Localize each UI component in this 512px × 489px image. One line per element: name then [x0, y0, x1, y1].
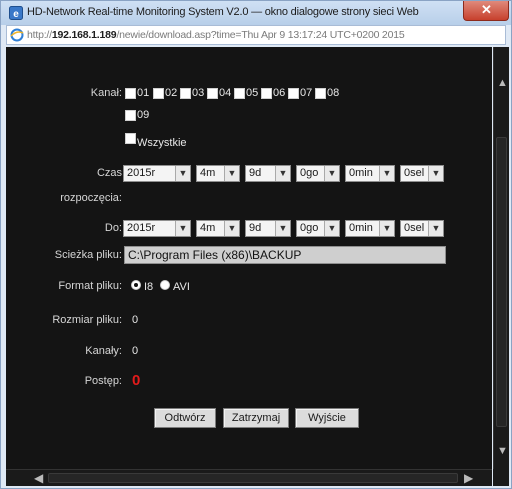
channel-checkbox-01[interactable]	[125, 88, 136, 99]
horizontal-scrollbar[interactable]: ◀ ▶	[6, 469, 492, 486]
chevron-down-icon: ▼	[275, 166, 290, 181]
end-year-value: 2015r	[127, 222, 156, 234]
file-path-label: Scieżka pliku:	[54, 249, 122, 261]
play-button[interactable]: Odtwórz	[154, 408, 216, 428]
end-year-select[interactable]: 2015r ▼	[123, 220, 191, 237]
url-prefix: http://	[27, 29, 52, 41]
end-minute-value: 0min	[349, 222, 373, 234]
window-title: HD-Network Real-time Monitoring System V…	[27, 6, 419, 18]
end-day-value: 9d	[249, 222, 262, 234]
progress-label: Postęp:	[84, 375, 122, 387]
svg-text:e: e	[13, 9, 19, 20]
chevron-down-icon: ▼	[428, 221, 443, 236]
file-format-label: Format pliku:	[58, 280, 122, 292]
start-year-select[interactable]: 2015r ▼	[123, 165, 191, 182]
ie-icon	[10, 28, 24, 42]
format-option-avi: AVI	[173, 281, 190, 293]
file-size-label: Rozmiar pliku:	[52, 314, 122, 326]
url-text: http://192.168.1.189/newie/download.asp?…	[27, 29, 405, 41]
all-channels-label: Wszystkie	[137, 137, 187, 149]
start-time-label-2: rozpoczęcia:	[60, 192, 122, 204]
start-second-select[interactable]: 0sel ▼	[400, 165, 444, 182]
channel-label-01: 01	[137, 87, 150, 99]
address-bar[interactable]: http://192.168.1.189/newie/download.asp?…	[6, 25, 506, 45]
channel-label-02: 02	[165, 87, 178, 99]
chevron-down-icon: ▼	[275, 221, 290, 236]
ie-app-icon: e	[9, 6, 23, 20]
chevron-down-icon: ▼	[324, 221, 339, 236]
channels-count-value: 0	[132, 345, 139, 357]
chevron-left-icon[interactable]: ◀	[34, 471, 43, 485]
start-hour-value: 0go	[300, 167, 319, 179]
close-icon: ✕	[481, 2, 492, 17]
chevron-down-icon: ▼	[175, 166, 190, 181]
exit-button[interactable]: Wyjście	[295, 408, 359, 428]
chevron-up-icon[interactable]: ▲	[497, 77, 508, 89]
end-minute-select[interactable]: 0min ▼	[345, 220, 395, 237]
start-hour-select[interactable]: 0go ▼	[296, 165, 340, 182]
channel-checkbox-09[interactable]	[125, 110, 136, 121]
channel-checkbox-04[interactable]	[207, 88, 218, 99]
end-month-select[interactable]: 4m ▼	[196, 220, 240, 237]
dialog-window: e HD-Network Real-time Monitoring System…	[0, 0, 512, 489]
channel-checkbox-05[interactable]	[234, 88, 245, 99]
channel-label-03: 03	[192, 87, 205, 99]
chevron-down-icon: ▼	[379, 221, 394, 236]
start-minute-select[interactable]: 0min ▼	[345, 165, 395, 182]
title-bar: e HD-Network Real-time Monitoring System…	[1, 1, 511, 25]
end-month-value: 4m	[200, 222, 216, 234]
channel-label-04: 04	[219, 87, 232, 99]
channel-checkbox-06[interactable]	[261, 88, 272, 99]
end-day-select[interactable]: 9d ▼	[245, 220, 291, 237]
url-host: 192.168.1.189	[51, 29, 117, 41]
chevron-down-icon: ▼	[224, 221, 239, 236]
start-year-value: 2015r	[127, 167, 156, 179]
channel-checkbox-02[interactable]	[153, 88, 164, 99]
chevron-down-icon: ▼	[224, 166, 239, 181]
scrollbar-corner	[493, 469, 509, 486]
channel-label-07: 07	[300, 87, 313, 99]
chevron-down-icon: ▼	[428, 166, 443, 181]
channel-label-08: 08	[327, 87, 340, 99]
start-day-select[interactable]: 9d ▼	[245, 165, 291, 182]
vertical-scroll-thumb[interactable]	[496, 137, 507, 427]
channels-count-label: Kanały:	[85, 345, 122, 357]
start-month-value: 4m	[200, 167, 216, 179]
file-size-value: 0	[132, 314, 139, 326]
end-time-label: Do:	[104, 222, 122, 234]
format-radio-avi[interactable]	[160, 280, 170, 290]
end-hour-value: 0go	[300, 222, 319, 234]
end-hour-select[interactable]: 0go ▼	[296, 220, 340, 237]
horizontal-scroll-thumb[interactable]	[48, 473, 458, 483]
channel-label: Kanał:	[90, 87, 122, 99]
all-channels-checkbox[interactable]	[125, 133, 136, 144]
url-path: /newie/download.asp?time=Thu Apr 9 13:17…	[116, 29, 405, 41]
channel-label-06: 06	[273, 87, 286, 99]
end-second-value: 0sel	[404, 222, 425, 234]
start-time-label-1: Czas	[96, 167, 122, 179]
chevron-right-icon[interactable]: ▶	[464, 471, 473, 485]
start-month-select[interactable]: 4m ▼	[196, 165, 240, 182]
format-radio-i8[interactable]	[131, 280, 141, 290]
end-second-select[interactable]: 0sel ▼	[400, 220, 444, 237]
chevron-down-icon: ▼	[175, 221, 190, 236]
start-minute-value: 0min	[349, 167, 373, 179]
channel-checkbox-03[interactable]	[180, 88, 191, 99]
file-path-input[interactable]: C:\Program Files (x86)\BACKUP	[124, 246, 446, 264]
start-day-value: 9d	[249, 167, 262, 179]
vertical-scrollbar[interactable]: ▲ ▼	[493, 47, 509, 469]
progress-value: 0	[132, 372, 141, 389]
stop-button[interactable]: Zatrzymaj	[223, 408, 289, 428]
close-button[interactable]: ✕	[463, 1, 509, 21]
format-option-i8: I8	[144, 281, 154, 293]
channel-checkbox-08[interactable]	[315, 88, 326, 99]
chevron-down-icon: ▼	[379, 166, 394, 181]
channel-label-05: 05	[246, 87, 259, 99]
chevron-down-icon[interactable]: ▼	[497, 445, 508, 457]
channel-label-09: 09	[137, 109, 150, 121]
download-panel: Kanał: 01 02 03 04 05 06 07 08 09 Wszyst…	[6, 47, 492, 469]
start-second-value: 0sel	[404, 167, 425, 179]
chevron-down-icon: ▼	[324, 166, 339, 181]
channel-checkbox-07[interactable]	[288, 88, 299, 99]
